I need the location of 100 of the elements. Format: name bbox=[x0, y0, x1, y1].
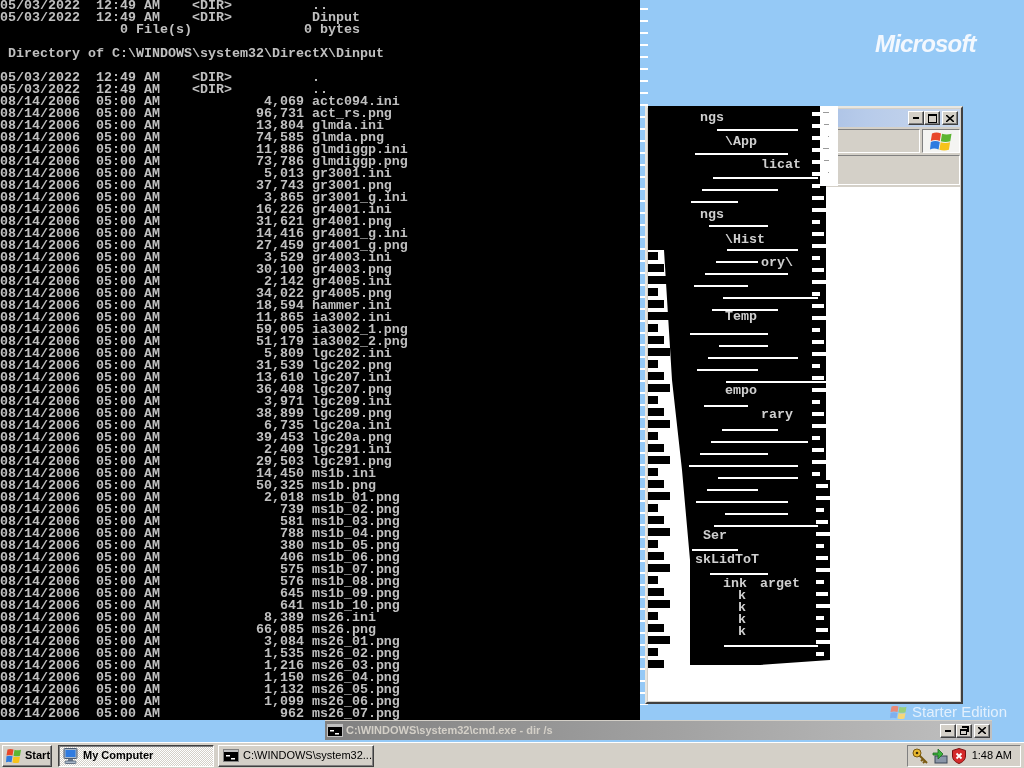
close-button[interactable] bbox=[974, 723, 990, 738]
file-name-text: lgc20a.png bbox=[311, 432, 392, 444]
time-text: 05:00 AM bbox=[95, 192, 160, 204]
glitch-text: ink bbox=[723, 578, 747, 590]
monitor-arrow-icon[interactable] bbox=[932, 747, 948, 764]
file-name-text: ms1b_05.png bbox=[311, 540, 400, 552]
file-size-text: 962 bbox=[279, 708, 304, 720]
time-text: 05:00 AM bbox=[95, 252, 160, 264]
file-name-text: glmda.png bbox=[311, 132, 384, 144]
windows-flag-icon bbox=[6, 748, 22, 763]
file-name-text: lgc291.ini bbox=[311, 444, 392, 456]
restore-icon bbox=[959, 726, 969, 735]
file-name-text: ms26_02.png bbox=[311, 648, 400, 660]
file-name-text: lgc291.png bbox=[311, 456, 392, 468]
time-text: 05:00 AM bbox=[95, 300, 160, 312]
start-button[interactable]: Start bbox=[2, 744, 52, 767]
time-text: 12:49 AM bbox=[95, 84, 160, 96]
time-text: 05:00 AM bbox=[95, 180, 160, 192]
edition-text: Starter Edition bbox=[912, 703, 1008, 720]
file-size-text: 11,886 bbox=[255, 144, 304, 156]
time-text: 05:00 AM bbox=[95, 108, 160, 120]
taskbar-button[interactable]: C:\WINDOWS\system32... bbox=[218, 744, 374, 767]
date-text: 08/14/2006 bbox=[0, 672, 80, 684]
file-name-text: ms1b_02.png bbox=[311, 504, 400, 516]
date-text: 08/14/2006 bbox=[0, 444, 80, 456]
dir-marker-text: <DIR> bbox=[191, 0, 232, 12]
file-name-text: ms26_07.png bbox=[311, 708, 400, 720]
time-text: 05:00 AM bbox=[95, 228, 160, 240]
time-text: 05:00 AM bbox=[95, 276, 160, 288]
minimize-button[interactable] bbox=[908, 111, 924, 125]
file-name-text: ms26_03.png bbox=[311, 660, 400, 672]
file-size-text: 739 bbox=[279, 504, 304, 516]
minimize-button[interactable] bbox=[940, 723, 956, 738]
date-text: 08/14/2006 bbox=[0, 624, 80, 636]
key-icon[interactable] bbox=[912, 747, 928, 764]
file-size-text: 575 bbox=[279, 564, 304, 576]
windows-flag-icon bbox=[890, 706, 908, 719]
time-text: 05:00 AM bbox=[95, 420, 160, 432]
glitch-text: Temp bbox=[725, 311, 757, 323]
time-text: 05:00 AM bbox=[95, 384, 160, 396]
maximize-button[interactable] bbox=[924, 111, 940, 125]
time-text: 05:00 AM bbox=[95, 120, 160, 132]
time-text: 05:00 AM bbox=[95, 540, 160, 552]
time-text: 05:00 AM bbox=[95, 372, 160, 384]
time-text: 05:00 AM bbox=[95, 324, 160, 336]
dir-marker-text: <DIR> bbox=[191, 12, 232, 24]
file-size-text: 380 bbox=[279, 540, 304, 552]
dir-marker-text: <DIR> bbox=[191, 72, 232, 84]
minimize-icon bbox=[913, 117, 919, 119]
file-size-text: 406 bbox=[279, 552, 304, 564]
date-text: 08/14/2006 bbox=[0, 492, 80, 504]
folder-name-text: .. bbox=[311, 0, 328, 12]
file-name-text: gr3001_g.ini bbox=[311, 192, 408, 204]
date-text: 08/14/2006 bbox=[0, 108, 80, 120]
date-text: 08/14/2006 bbox=[0, 312, 80, 324]
file-size-text: 34,022 bbox=[255, 288, 304, 300]
time-text: 05:00 AM bbox=[95, 312, 160, 324]
date-text: 08/14/2006 bbox=[0, 252, 80, 264]
time-text: 05:00 AM bbox=[95, 648, 160, 660]
restore-button[interactable] bbox=[956, 723, 972, 738]
file-name-text: lgc20a.ini bbox=[311, 420, 392, 432]
date-text: 08/14/2006 bbox=[0, 216, 80, 228]
date-text: 08/14/2006 bbox=[0, 228, 80, 240]
file-name-text: ms1b_04.png bbox=[311, 528, 400, 540]
file-size-text: 2,409 bbox=[263, 444, 304, 456]
file-name-text: ms26_06.png bbox=[311, 696, 400, 708]
file-size-text: 3,084 bbox=[263, 636, 304, 648]
taskbar-button[interactable]: My Computer bbox=[58, 744, 214, 767]
directory-path-text: Directory of C:\WINDOWS\system32\DirectX\Dinput bbox=[8, 48, 384, 60]
file-count-text: 0 File(s) bbox=[119, 24, 192, 36]
file-name-text: glmdiggp.ini bbox=[311, 144, 408, 156]
time-text: 05:00 AM bbox=[95, 240, 160, 252]
close-button[interactable] bbox=[942, 111, 958, 125]
file-name-text: lgc202.png bbox=[311, 360, 392, 372]
folder-name-text: .. bbox=[311, 84, 328, 96]
time-text: 05:00 AM bbox=[95, 264, 160, 276]
file-name-text: glmdiggp.png bbox=[311, 156, 408, 168]
shield-icon[interactable] bbox=[952, 747, 966, 764]
time-text: 05:00 AM bbox=[95, 528, 160, 540]
time-text: 05:00 AM bbox=[95, 576, 160, 588]
date-text: 08/14/2006 bbox=[0, 288, 80, 300]
file-size-text: 641 bbox=[279, 600, 304, 612]
date-text: 08/14/2006 bbox=[0, 480, 80, 492]
date-text: 08/14/2006 bbox=[0, 540, 80, 552]
time-text: 05:00 AM bbox=[95, 408, 160, 420]
dir-marker-text: <DIR> bbox=[191, 84, 232, 96]
file-size-text: 74,585 bbox=[255, 132, 304, 144]
time-text: 05:00 AM bbox=[95, 360, 160, 372]
console-icon bbox=[327, 724, 343, 737]
close-icon bbox=[946, 114, 954, 122]
file-name-text: ms1b_09.png bbox=[311, 588, 400, 600]
date-text: 08/14/2006 bbox=[0, 96, 80, 108]
time-text: 05:00 AM bbox=[95, 432, 160, 444]
date-text: 08/14/2006 bbox=[0, 600, 80, 612]
file-name-text: ms1b_10.png bbox=[311, 600, 400, 612]
date-text: 08/14/2006 bbox=[0, 408, 80, 420]
folder-name-text: . bbox=[311, 72, 320, 84]
date-text: 08/14/2006 bbox=[0, 240, 80, 252]
file-name-text: ia3002_1.png bbox=[311, 324, 408, 336]
file-size-text: 37,743 bbox=[255, 180, 304, 192]
